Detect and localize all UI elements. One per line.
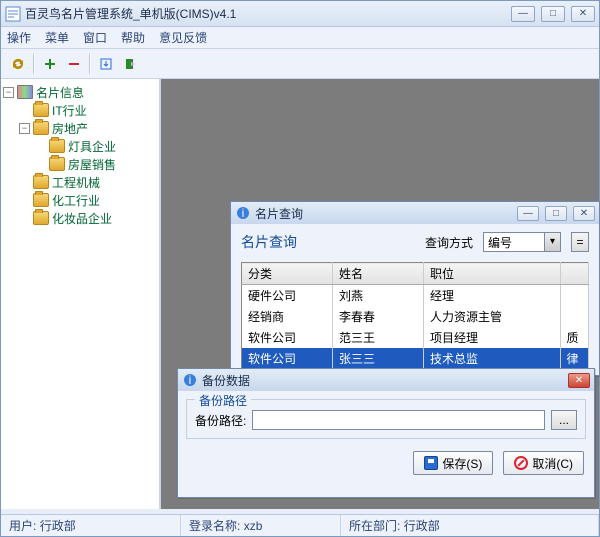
- tree-toggle[interactable]: −: [19, 123, 30, 134]
- cancel-icon: [514, 456, 528, 470]
- folder-icon: [33, 103, 49, 117]
- status-dept: 所在部门: 行政部: [341, 515, 599, 536]
- query-close-button[interactable]: ✕: [573, 206, 595, 221]
- backup-dialog[interactable]: i 备份数据 ✕ 备份路径 备份路径: ... 保存(S) 取消(C): [177, 368, 595, 498]
- table-row-selected[interactable]: 软件公司张三三技术总监律: [242, 348, 589, 370]
- query-equals-button[interactable]: =: [571, 232, 589, 252]
- backup-cancel-button[interactable]: 取消(C): [503, 451, 584, 475]
- tree-item[interactable]: 灯具企业: [68, 138, 116, 155]
- query-method-combo[interactable]: ▾: [483, 232, 561, 252]
- tree-item[interactable]: 化工行业: [52, 192, 100, 209]
- mdi-area: i 名片查询 — □ ✕ 名片查询 查询方式 ▾: [161, 79, 599, 509]
- main-titlebar[interactable]: 百灵鸟名片管理系统_单机版(CIMS)v4.1 — □ ✕: [1, 1, 599, 27]
- maximize-button[interactable]: □: [541, 6, 565, 22]
- backup-close-button[interactable]: ✕: [568, 373, 590, 388]
- backup-path-input[interactable]: [252, 410, 545, 430]
- folder-icon: [33, 211, 49, 225]
- backup-group-title: 备份路径: [195, 392, 251, 409]
- query-heading: 名片查询: [241, 232, 297, 252]
- svg-text:i: i: [189, 373, 192, 387]
- tool-exit[interactable]: [119, 53, 141, 75]
- tree-toggle[interactable]: −: [3, 87, 14, 98]
- col-name[interactable]: 姓名: [333, 263, 424, 285]
- cards-icon: [17, 85, 33, 99]
- backup-group: 备份路径 备份路径: ...: [186, 399, 586, 439]
- folder-icon: [33, 121, 49, 135]
- menu-feedback[interactable]: 意见反馈: [159, 29, 207, 46]
- tree-item[interactable]: IT行业: [52, 102, 87, 119]
- tool-export[interactable]: [95, 53, 117, 75]
- table-row[interactable]: 软件公司范三王项目经理质: [242, 327, 589, 348]
- col-category[interactable]: 分类: [242, 263, 333, 285]
- query-method-label: 查询方式: [425, 234, 473, 251]
- folder-icon: [33, 175, 49, 189]
- query-window[interactable]: i 名片查询 — □ ✕ 名片查询 查询方式 ▾: [230, 201, 600, 376]
- menu-window[interactable]: 窗口: [83, 29, 107, 46]
- backup-save-button[interactable]: 保存(S): [413, 451, 493, 475]
- toolbar-sep: [33, 54, 35, 74]
- info-icon: i: [182, 372, 198, 388]
- folder-icon: [49, 157, 65, 171]
- save-icon: [424, 456, 438, 470]
- tree-item[interactable]: 房屋销售: [68, 156, 116, 173]
- main-window: 百灵鸟名片管理系统_单机版(CIMS)v4.1 — □ ✕ 操作 菜单 窗口 帮…: [0, 0, 600, 537]
- close-button[interactable]: ✕: [571, 6, 595, 22]
- status-login: 登录名称: xzb: [181, 515, 341, 536]
- svg-text:i: i: [242, 206, 245, 220]
- tool-remove[interactable]: [63, 53, 85, 75]
- backup-path-label: 备份路径:: [195, 412, 246, 429]
- folder-icon: [33, 193, 49, 207]
- table-row[interactable]: 经销商李春春人力资源主管: [242, 306, 589, 327]
- chevron-down-icon[interactable]: ▾: [544, 233, 560, 251]
- tool-refresh[interactable]: [7, 53, 29, 75]
- menu-ops[interactable]: 操作: [7, 29, 31, 46]
- backup-browse-button[interactable]: ...: [551, 410, 577, 430]
- tree-root[interactable]: 名片信息: [36, 84, 84, 101]
- query-max-button[interactable]: □: [545, 206, 567, 221]
- menu-help[interactable]: 帮助: [121, 29, 145, 46]
- query-grid[interactable]: 分类 姓名 职位 硬件公司刘燕经理 经销商李春春人力资源主管 软件公司范三王项目…: [241, 262, 589, 370]
- table-row[interactable]: 硬件公司刘燕经理: [242, 285, 589, 307]
- tree-item[interactable]: 化妆品企业: [52, 210, 112, 227]
- info-icon: i: [235, 205, 251, 221]
- query-titlebar[interactable]: i 名片查询 — □ ✕: [231, 202, 599, 224]
- status-user: 用户: 行政部: [1, 515, 181, 536]
- query-min-button[interactable]: —: [517, 206, 539, 221]
- tree-item[interactable]: 工程机械: [52, 174, 100, 191]
- tree-item[interactable]: 房地产: [52, 120, 88, 137]
- tool-add[interactable]: [39, 53, 61, 75]
- query-title: 名片查询: [255, 205, 517, 222]
- statusbar: 用户: 行政部 登录名称: xzb 所在部门: 行政部: [1, 514, 599, 536]
- query-method-input[interactable]: [484, 233, 544, 251]
- col-position[interactable]: 职位: [424, 263, 561, 285]
- main-title: 百灵鸟名片管理系统_单机版(CIMS)v4.1: [25, 5, 511, 22]
- backup-title: 备份数据: [202, 372, 568, 389]
- toolbar: [1, 49, 599, 79]
- app-icon: [5, 6, 21, 22]
- minimize-button[interactable]: —: [511, 6, 535, 22]
- menubar: 操作 菜单 窗口 帮助 意见反馈: [1, 27, 599, 49]
- folder-icon: [49, 139, 65, 153]
- toolbar-sep: [89, 54, 91, 74]
- sidebar-tree[interactable]: − 名片信息 IT行业 − 房地产 灯具企业 房屋销售 工程机械 化工行业 化妆品…: [1, 79, 161, 509]
- col-extra[interactable]: [560, 263, 588, 285]
- backup-titlebar[interactable]: i 备份数据 ✕: [178, 369, 594, 391]
- menu-menu[interactable]: 菜单: [45, 29, 69, 46]
